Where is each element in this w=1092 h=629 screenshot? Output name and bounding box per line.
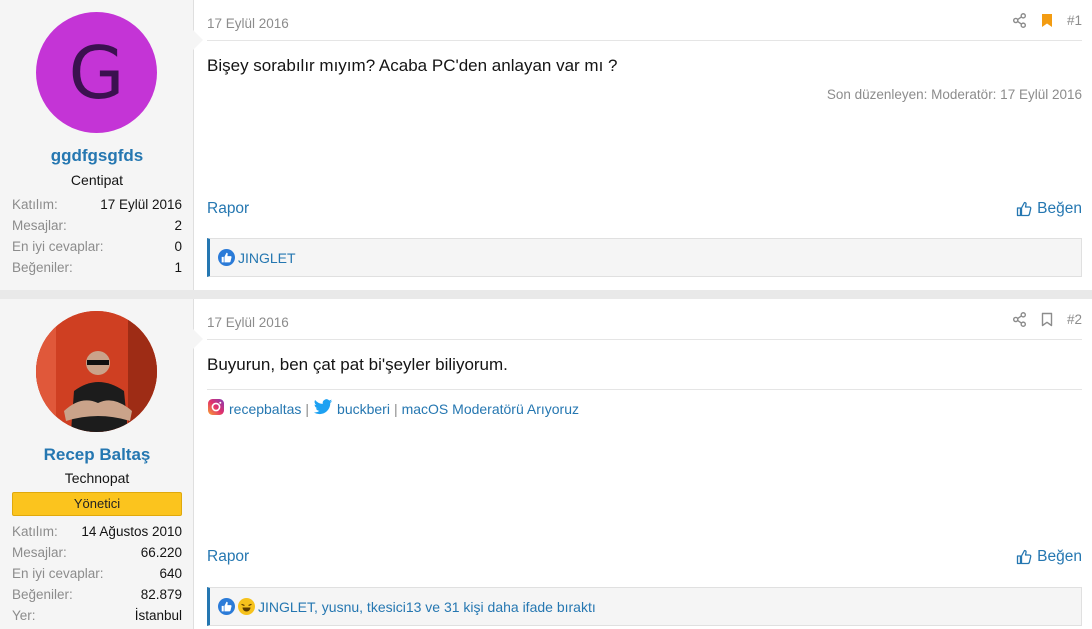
- thumbs-up-icon: [1017, 549, 1032, 565]
- share-icon[interactable]: [1012, 312, 1027, 327]
- reactions-text[interactable]: JINGLET: [238, 250, 296, 266]
- stat-row: Beğeniler: 1: [12, 257, 182, 278]
- post-2: Recep Baltaş Technopat Yönetici Katılım:…: [0, 299, 1092, 629]
- separator: |: [393, 400, 398, 417]
- stat-row: Mesajlar: 66.220: [12, 542, 182, 563]
- stat-key: Mesajlar:: [12, 218, 67, 233]
- stat-value: 1: [174, 260, 182, 275]
- stat-value: 66.220: [140, 545, 182, 560]
- stat-key: Katılım:: [12, 524, 58, 539]
- reactions-bar[interactable]: JINGLET, yusnu, tkesici13 ve 31 kişi dah…: [207, 587, 1082, 626]
- stat-row: Katılım: 17 Eylül 2016: [12, 194, 182, 215]
- like-reaction-icon: [218, 249, 235, 266]
- post-date[interactable]: 17 Eylül 2016: [207, 16, 289, 31]
- avatar[interactable]: [36, 311, 157, 432]
- stat-row: Mesajlar: 2: [12, 215, 182, 236]
- like-reaction-icon: [218, 598, 235, 615]
- post-meta: 17 Eylül 2016 #2: [207, 312, 1082, 340]
- stat-value: 0: [174, 239, 182, 254]
- stat-row: En iyi cevaplar: 0: [12, 236, 182, 257]
- stat-key: En iyi cevaplar:: [12, 239, 104, 254]
- username[interactable]: ggdfgsgfds: [0, 146, 194, 166]
- thumbs-up-icon: [1017, 201, 1032, 217]
- stat-key: Beğeniler:: [12, 587, 73, 602]
- share-icon[interactable]: [1012, 13, 1027, 28]
- stat-value: 82.879: [140, 587, 182, 602]
- bookmark-icon[interactable]: [1041, 13, 1053, 28]
- like-button[interactable]: Beğen: [1016, 548, 1082, 566]
- post-1: G ggdfgsgfds Centipat Katılım: 17 Eylül 2…: [0, 0, 1092, 290]
- twitter-link[interactable]: buckberi: [337, 401, 390, 417]
- laugh-reaction-icon: [238, 598, 255, 615]
- message-panel: 17 Eylül 2016 #1 Bişey sorabılır mıyım? …: [194, 0, 1092, 290]
- post-meta: 17 Eylül 2016 #1: [207, 13, 1082, 41]
- avatar[interactable]: G: [36, 12, 157, 133]
- role-banner: Yönetici: [12, 492, 182, 516]
- message-panel: 17 Eylül 2016 #2 Buyurun, ben çat pat bi…: [194, 299, 1092, 629]
- stat-row: En iyi cevaplar: 640: [12, 563, 182, 584]
- post-body: Buyurun, ben çat pat bi'şeyler biliyorum…: [207, 355, 508, 374]
- avatar-photo: [36, 311, 157, 432]
- instagram-link[interactable]: recepbaltas: [229, 401, 301, 417]
- reactions-bar[interactable]: JINGLET: [207, 238, 1082, 277]
- stat-row: Katılım: 14 Ağustos 2010: [12, 521, 182, 542]
- like-label: Beğen: [1037, 200, 1082, 217]
- post-meta-icons: #1: [1012, 13, 1082, 28]
- avatar-letter: G: [68, 30, 125, 115]
- post-meta-icons: #2: [1012, 312, 1082, 327]
- post-date[interactable]: 17 Eylül 2016: [207, 315, 289, 330]
- user-stats: Katılım: 14 Ağustos 2010 Mesajlar: 66.220 …: [12, 521, 182, 626]
- post-body: Bişey sorabılır mıyım? Acaba PC'den anla…: [207, 56, 618, 75]
- user-stats: Katılım: 17 Eylül 2016 Mesajlar: 2 En iyi …: [12, 194, 182, 278]
- user-panel: Recep Baltaş Technopat Yönetici Katılım:…: [0, 299, 203, 629]
- report-link[interactable]: Rapor: [207, 548, 249, 566]
- report-link[interactable]: Rapor: [207, 200, 249, 218]
- twitter-icon: [313, 398, 333, 419]
- post-number[interactable]: #2: [1067, 312, 1082, 327]
- username[interactable]: Recep Baltaş: [0, 445, 194, 465]
- stat-key: Katılım:: [12, 197, 58, 212]
- stat-row: Beğeniler: 82.879: [12, 584, 182, 605]
- instagram-icon: [207, 398, 225, 419]
- bookmark-icon[interactable]: [1041, 312, 1053, 327]
- user-title: Centipat: [70, 172, 124, 188]
- signature-link[interactable]: macOS Moderatörü Arıyoruz: [402, 401, 579, 417]
- user-title: Technopat: [64, 470, 130, 486]
- stat-value: 640: [159, 566, 182, 581]
- stat-key: En iyi cevaplar:: [12, 566, 104, 581]
- user-panel: G ggdfgsgfds Centipat Katılım: 17 Eylül 2…: [0, 0, 203, 290]
- stat-key: Beğeniler:: [12, 260, 73, 275]
- stat-key: Mesajlar:: [12, 545, 67, 560]
- stat-value: 2: [174, 218, 182, 233]
- reactions-text[interactable]: JINGLET, yusnu, tkesici13 ve 31 kişi dah…: [258, 599, 596, 615]
- separator: |: [305, 400, 310, 417]
- stat-value: 14 Ağustos 2010: [81, 524, 182, 539]
- like-label: Beğen: [1037, 548, 1082, 565]
- stat-value: 17 Eylül 2016: [100, 197, 182, 212]
- signature: recepbaltas | buckberi | macOS Moderatör…: [207, 389, 1082, 419]
- like-button[interactable]: Beğen: [1016, 200, 1082, 218]
- edited-note: Son düzenleyen: Moderatör: 17 Eylül 2016: [826, 87, 1082, 102]
- post-number[interactable]: #1: [1067, 13, 1082, 28]
